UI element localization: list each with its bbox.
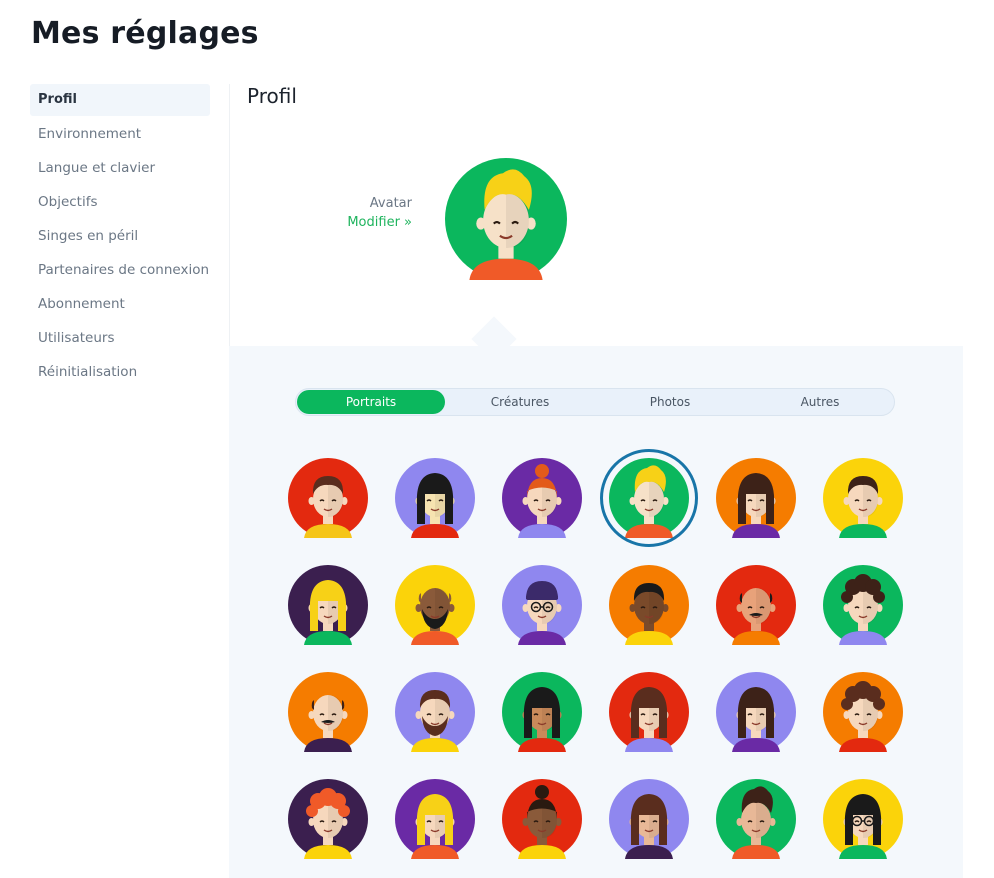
avatar-option[interactable] xyxy=(609,672,689,752)
avatar-option[interactable] xyxy=(823,672,903,752)
avatar-option[interactable] xyxy=(823,779,903,859)
avatar-option[interactable] xyxy=(823,565,903,645)
sidebar-divider xyxy=(229,84,230,346)
avatar-category-tabs: Portraits Créatures Photos Autres xyxy=(295,388,895,416)
tab-autres[interactable]: Autres xyxy=(746,390,894,414)
current-avatar xyxy=(445,158,567,280)
sidebar-item-singes-en-peril[interactable]: Singes en péril xyxy=(30,220,210,252)
section-title: Profil xyxy=(247,84,297,108)
avatar-option[interactable] xyxy=(288,565,368,645)
sidebar-item-utilisateurs[interactable]: Utilisateurs xyxy=(30,322,210,354)
sidebar-item-abonnement[interactable]: Abonnement xyxy=(30,288,210,320)
tab-creatures[interactable]: Créatures xyxy=(446,390,594,414)
settings-sidebar: Profil Environnement Langue et clavier O… xyxy=(30,84,210,390)
avatar-option[interactable] xyxy=(395,779,475,859)
selected-ring xyxy=(600,449,698,547)
sidebar-item-profil[interactable]: Profil xyxy=(30,84,210,116)
avatar-option[interactable] xyxy=(502,565,582,645)
tab-portraits[interactable]: Portraits xyxy=(297,390,445,414)
avatar-option[interactable] xyxy=(716,565,796,645)
avatar-option[interactable] xyxy=(502,672,582,752)
avatar-option[interactable] xyxy=(716,672,796,752)
avatar-option[interactable] xyxy=(395,458,475,538)
tab-photos[interactable]: Photos xyxy=(596,390,744,414)
avatar-option[interactable] xyxy=(823,458,903,538)
avatar-option[interactable] xyxy=(600,449,698,547)
avatar-option[interactable] xyxy=(716,779,796,859)
avatar-option[interactable] xyxy=(609,779,689,859)
avatar-option[interactable] xyxy=(502,779,582,859)
sidebar-item-reinitialisation[interactable]: Réinitialisation xyxy=(30,356,210,388)
sidebar-item-environnement[interactable]: Environnement xyxy=(30,118,210,150)
avatar-option[interactable] xyxy=(288,779,368,859)
avatar-label: Avatar xyxy=(369,196,412,211)
sidebar-item-partenaires-connexion[interactable]: Partenaires de connexion xyxy=(30,254,210,286)
sidebar-item-objectifs[interactable]: Objectifs xyxy=(30,186,210,218)
avatar-option[interactable] xyxy=(395,672,475,752)
avatar-option[interactable] xyxy=(502,458,582,538)
avatar-option[interactable] xyxy=(395,565,475,645)
avatar-edit-link[interactable]: Modifier » xyxy=(300,215,412,230)
avatar-option[interactable] xyxy=(716,458,796,538)
avatar-option[interactable] xyxy=(609,565,689,645)
sidebar-item-langue-clavier[interactable]: Langue et clavier xyxy=(30,152,210,184)
page-title: Mes réglages xyxy=(31,16,259,51)
avatar-option[interactable] xyxy=(288,672,368,752)
avatar-option[interactable] xyxy=(288,458,368,538)
